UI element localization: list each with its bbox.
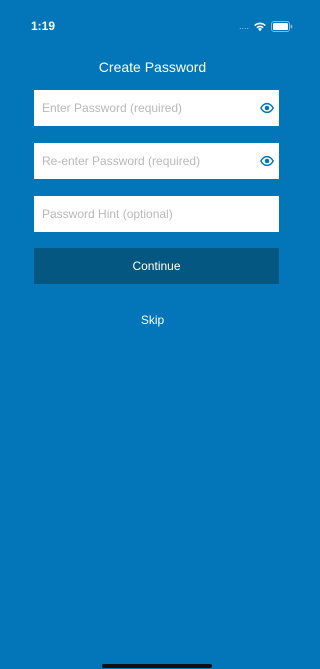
page-title: Create Password: [98, 59, 207, 75]
battery-icon: [271, 20, 293, 32]
status-icons: ....: [239, 19, 293, 33]
re-enter-password-field-container: [34, 143, 279, 179]
skip-link[interactable]: Skip: [0, 312, 305, 328]
continue-button[interactable]: Continue: [34, 248, 279, 284]
status-bar: 1:19 ....: [0, 0, 305, 44]
re-enter-password-field[interactable]: [34, 143, 279, 179]
eye-icon[interactable]: [260, 154, 274, 168]
password-hint-field[interactable]: [34, 196, 279, 232]
home-indicator: [102, 664, 212, 668]
password-hint-field-container: [34, 196, 279, 232]
cellular-signal-icon: ....: [238, 21, 249, 31]
wifi-icon: [254, 22, 266, 31]
eye-icon[interactable]: [260, 101, 274, 115]
enter-password-field-container: [34, 90, 279, 126]
enter-password-field[interactable]: [34, 90, 279, 126]
status-time: 1:19: [31, 19, 56, 33]
